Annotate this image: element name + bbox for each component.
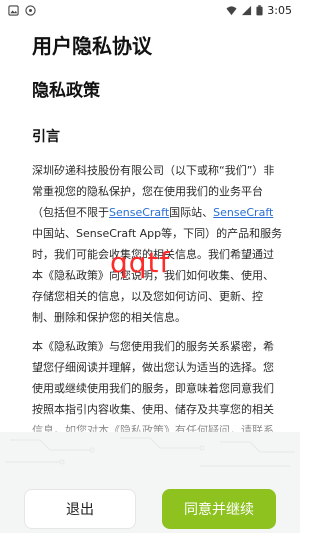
wifi-icon	[226, 5, 237, 15]
privacy-content[interactable]: 用户隐私协议 隐私政策 引言 深圳矽递科技股份有限公司（以下或称“我们”）非常重…	[32, 26, 284, 446]
signal-icon	[242, 5, 252, 15]
intro-text-2: 国际站、	[169, 206, 214, 219]
status-time: 3:05	[267, 3, 292, 17]
watermark-text: qqtf	[110, 246, 171, 279]
notification-icon	[25, 4, 36, 16]
section-heading: 引言	[32, 129, 60, 145]
sensecraft-international-link[interactable]: SenseCraft	[109, 206, 169, 219]
page-title: 用户隐私协议	[32, 34, 152, 58]
page-subtitle: 隐私政策	[32, 81, 100, 101]
sensecraft-china-link[interactable]: SenseCraft	[213, 206, 273, 219]
intro-paragraph: 深圳矽递科技股份有限公司（以下或称“我们”）非常重视您的隐私保护，您在使用我们的…	[32, 160, 284, 328]
agree-continue-button[interactable]: 同意并继续	[162, 489, 276, 529]
gallery-icon	[8, 4, 19, 16]
status-bar: 3:05	[0, 0, 300, 20]
exit-button[interactable]: 退出	[24, 489, 136, 529]
bottom-action-bar: 退出 同意并继续	[0, 432, 300, 533]
battery-icon	[256, 4, 263, 15]
